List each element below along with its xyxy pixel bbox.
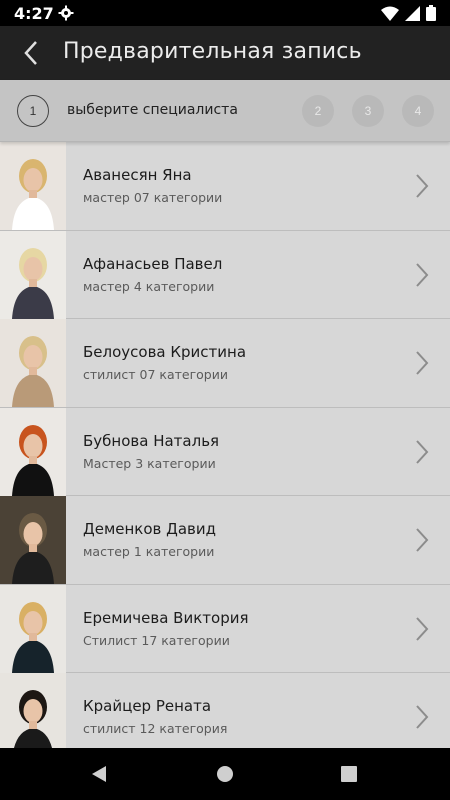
step-indicator-3: 3 xyxy=(352,95,384,127)
status-time: 4:27 xyxy=(14,4,54,23)
specialist-name: Аванесян Яна xyxy=(83,166,192,184)
specialist-role: стилист 07 категории xyxy=(83,367,228,382)
specialist-role: мастер 07 категории xyxy=(83,190,223,205)
steps-bar: 1 выберите специалиста 2 3 4 xyxy=(0,80,450,142)
step-indicator-4: 4 xyxy=(402,95,434,127)
specialist-list: Аванесян Яна мастер 07 категории Афанась… xyxy=(0,142,450,748)
step-label: выберите специалиста xyxy=(67,102,238,118)
system-nav-bar xyxy=(0,748,450,800)
chevron-right-icon xyxy=(416,174,429,198)
specialist-photo xyxy=(0,584,66,673)
battery-icon xyxy=(426,5,436,26)
specialist-name: Крайцер Рената xyxy=(83,697,212,715)
specialist-role: стилист 12 категория xyxy=(83,721,228,736)
specialist-role: Мастер 3 категории xyxy=(83,455,216,471)
chevron-right-icon xyxy=(416,262,429,287)
specialist-name: Деменков Давид xyxy=(83,520,217,538)
back-arrow-icon xyxy=(24,41,37,65)
specialist-row[interactable]: Бубнова Наталья Мастер 3 категории xyxy=(0,407,450,496)
specialist-name: Афанасьев Павел xyxy=(83,254,223,273)
wifi-icon xyxy=(381,6,399,26)
specialist-role: мастер 1 категории xyxy=(83,544,215,559)
specialist-photo xyxy=(0,496,66,584)
specialist-photo xyxy=(0,142,66,230)
specialist-photo xyxy=(0,230,66,319)
specialist-photo xyxy=(0,673,66,748)
specialist-name: Белоусова Кристина xyxy=(83,343,247,361)
nav-recents-icon xyxy=(341,766,357,782)
nav-back-button[interactable] xyxy=(87,762,111,786)
step-indicator-2: 2 xyxy=(302,95,334,127)
specialist-row[interactable]: Аванесян Яна мастер 07 категории xyxy=(0,142,450,231)
chevron-right-icon xyxy=(416,351,429,375)
chevron-right-icon xyxy=(416,705,429,729)
page-title: Предварительная запись xyxy=(63,39,362,64)
specialist-row[interactable]: Афанасьев Павел мастер 4 категории xyxy=(0,230,450,319)
specialist-row[interactable]: Деменков Давид мастер 1 категории xyxy=(0,496,450,585)
specialist-photo xyxy=(0,319,66,407)
specialist-row[interactable]: Крайцер Рената стилист 12 категория xyxy=(0,673,450,748)
status-bar: 4:27 xyxy=(0,0,450,26)
settings-gear-icon xyxy=(58,5,74,21)
nav-home-button[interactable] xyxy=(213,762,237,786)
specialist-role: мастер 4 категории xyxy=(83,278,215,294)
specialist-role: Стилист 17 категории xyxy=(83,632,230,648)
nav-recents-button[interactable] xyxy=(337,762,361,786)
nav-back-icon xyxy=(92,766,106,782)
specialist-photo xyxy=(0,407,66,496)
chevron-right-icon xyxy=(416,439,429,464)
cell-signal-icon xyxy=(405,5,420,26)
specialist-name: Еремичева Виктория xyxy=(83,608,249,627)
chevron-right-icon xyxy=(416,528,429,552)
specialist-row[interactable]: Белоусова Кристина стилист 07 категории xyxy=(0,319,450,408)
chevron-right-icon xyxy=(416,616,429,641)
nav-home-icon xyxy=(217,766,233,782)
back-button[interactable] xyxy=(14,37,48,69)
step-indicator-active: 1 xyxy=(17,95,49,127)
specialist-name: Бубнова Наталья xyxy=(83,431,220,450)
app-bar: Предварительная запись xyxy=(0,26,450,80)
specialist-row[interactable]: Еремичева Виктория Стилист 17 категории xyxy=(0,584,450,673)
